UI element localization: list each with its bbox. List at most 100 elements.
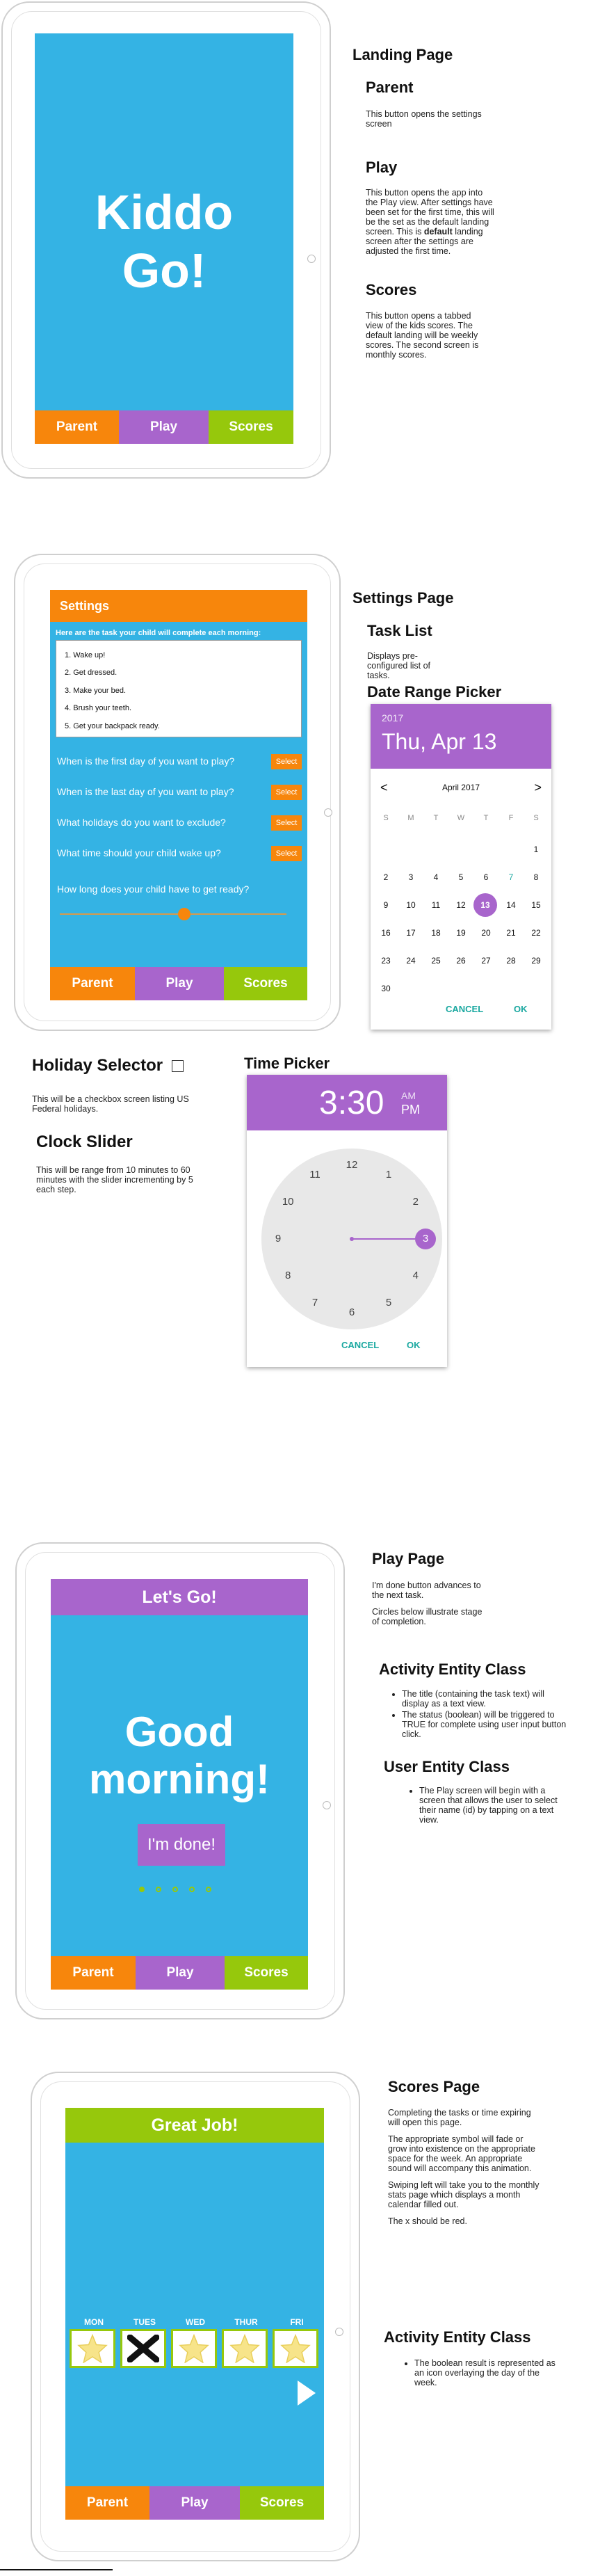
home-button[interactable] [323, 1801, 331, 1809]
weekday-header: S [533, 814, 539, 822]
calendar-day[interactable]: 27 [473, 950, 498, 971]
score-day: WED [171, 2315, 220, 2368]
calendar-day[interactable]: 29 [524, 950, 549, 971]
scores-note-1: Completing the tasks or time expiring wi… [388, 2108, 531, 2127]
scores-button[interactable]: Scores [224, 967, 307, 1000]
user-entity-title: User Entity Class [384, 1758, 510, 1775]
parent-button[interactable]: Parent [65, 2486, 149, 2520]
clock-number[interactable]: 7 [307, 1297, 323, 1309]
calendar-day[interactable]: 10 [398, 895, 423, 915]
play-heading: Play Page [372, 1550, 444, 1567]
year-label[interactable]: 2017 [382, 712, 540, 723]
calendar-ok-button[interactable]: OK [514, 1004, 528, 1014]
calendar-day[interactable]: 22 [524, 922, 549, 943]
calendar-day[interactable]: 16 [373, 922, 398, 943]
play-button[interactable]: Play [119, 410, 209, 444]
calendar-day[interactable]: 14 [498, 895, 524, 915]
day-label: TUES [133, 2317, 156, 2327]
play-button[interactable]: Play [135, 967, 224, 1000]
calendar-day[interactable]: 23 [373, 950, 398, 971]
play-screen: Let's Go! Good morning! I'm done! Parent… [51, 1579, 308, 1990]
clock-number[interactable]: 6 [343, 1306, 360, 1318]
clock-center [350, 1237, 354, 1241]
clock-number-selected[interactable]: 3 [415, 1229, 436, 1249]
clock-number[interactable]: 9 [270, 1233, 286, 1245]
scores-note-4: The x should be red. [388, 2216, 467, 2226]
calendar-day[interactable]: 12 [448, 895, 473, 915]
calendar-day[interactable]: 21 [498, 922, 524, 943]
clock-number[interactable]: 11 [307, 1169, 323, 1181]
parent-button[interactable]: Parent [50, 967, 135, 1000]
home-button[interactable] [307, 255, 316, 263]
calendar-day[interactable]: 6 [473, 867, 498, 888]
clock-number[interactable]: 4 [407, 1270, 424, 1281]
calendar-day[interactable]: 1 [524, 839, 549, 860]
calendar-day[interactable]: 19 [448, 922, 473, 943]
scores-note-2: The appropriate symbol will fade or grow… [388, 2134, 535, 2173]
calendar-day[interactable]: 20 [473, 922, 498, 943]
first-day-select-button[interactable]: Select [271, 754, 302, 769]
play-button[interactable]: Play [149, 2486, 240, 2520]
day-label: MON [84, 2317, 104, 2327]
calendar-day[interactable]: 7 [498, 867, 524, 888]
play-button[interactable]: Play [136, 1956, 225, 1990]
task-item: 3. Make your bed. [65, 686, 127, 695]
time-display: 3:30 [319, 1085, 384, 1121]
clock-number[interactable]: 10 [279, 1196, 296, 1208]
scores-button[interactable]: Scores [240, 2486, 324, 2520]
clock-number[interactable]: 1 [380, 1169, 397, 1181]
am-toggle[interactable]: AM [401, 1090, 416, 1101]
next-month-button[interactable]: > [534, 781, 542, 795]
calendar-cancel-button[interactable]: CANCEL [446, 1004, 483, 1014]
slider-thumb[interactable] [178, 908, 191, 920]
calendar-day[interactable]: 26 [448, 950, 473, 971]
time-cancel-button[interactable]: CANCEL [341, 1340, 379, 1350]
calendar-day[interactable]: 24 [398, 950, 423, 971]
ready-time-slider[interactable] [60, 908, 286, 920]
calendar-day[interactable]: 17 [398, 922, 423, 943]
pm-toggle[interactable]: PM [401, 1103, 420, 1117]
home-button[interactable] [335, 2328, 343, 2336]
month-label: April 2017 [441, 783, 480, 792]
scores-button[interactable]: Scores [225, 1956, 308, 1990]
play-note: This button opens the app into the Play … [366, 188, 494, 256]
calendar-day[interactable]: 11 [423, 895, 448, 915]
calendar-day[interactable]: 30 [373, 978, 398, 999]
time-ok-button[interactable]: OK [407, 1340, 421, 1350]
holidays-select-button[interactable]: Select [271, 815, 302, 831]
scores-button[interactable]: Scores [209, 410, 293, 444]
calendar-day[interactable]: 5 [448, 867, 473, 888]
calendar-day[interactable]: 18 [423, 922, 448, 943]
play-note: I'm done button advances to the next tas… [372, 1581, 483, 1633]
last-day-select-button[interactable]: Select [271, 785, 302, 800]
clock-face[interactable]: 12 1 2 3 4 5 6 7 8 9 10 11 [261, 1149, 442, 1329]
parent-note: This button opens the settings screen [366, 109, 498, 129]
clock-number[interactable]: 2 [407, 1196, 424, 1208]
weekday-header: S [383, 814, 389, 822]
calendar-day-selected[interactable]: 13 [473, 893, 497, 917]
next-page-arrow-icon[interactable] [298, 2381, 316, 2406]
calendar-day[interactable]: 2 [373, 867, 398, 888]
wake-time-select-button[interactable]: Select [271, 846, 302, 861]
clock-hand [352, 1238, 415, 1240]
calendar-day[interactable]: 25 [423, 950, 448, 971]
home-button[interactable] [324, 808, 332, 817]
calendar-day[interactable]: 9 [373, 895, 398, 915]
settings-screen: Settings Here are the task your child wi… [50, 590, 307, 1000]
clock-number[interactable]: 5 [380, 1297, 397, 1309]
calendar-day[interactable]: 4 [423, 867, 448, 888]
done-button[interactable]: I'm done! [138, 1824, 225, 1866]
calendar-day[interactable]: 15 [524, 895, 549, 915]
activity-entity-note: The title (containing the task text) wil… [389, 1689, 567, 1741]
calendar-day[interactable]: 8 [524, 867, 549, 888]
calendar-day[interactable]: 3 [398, 867, 423, 888]
parent-note-text: This button opens the settings screen [366, 109, 482, 129]
clock-number[interactable]: 8 [279, 1270, 296, 1281]
parent-button[interactable]: Parent [35, 410, 119, 444]
settings-header: Settings [50, 590, 307, 622]
greeting-line-2: morning! [89, 1756, 270, 1802]
scores-entity-note: The boolean result is represented as an … [402, 2358, 562, 2389]
clock-number[interactable]: 12 [343, 1159, 360, 1171]
parent-button[interactable]: Parent [51, 1956, 136, 1990]
calendar-day[interactable]: 28 [498, 950, 524, 971]
